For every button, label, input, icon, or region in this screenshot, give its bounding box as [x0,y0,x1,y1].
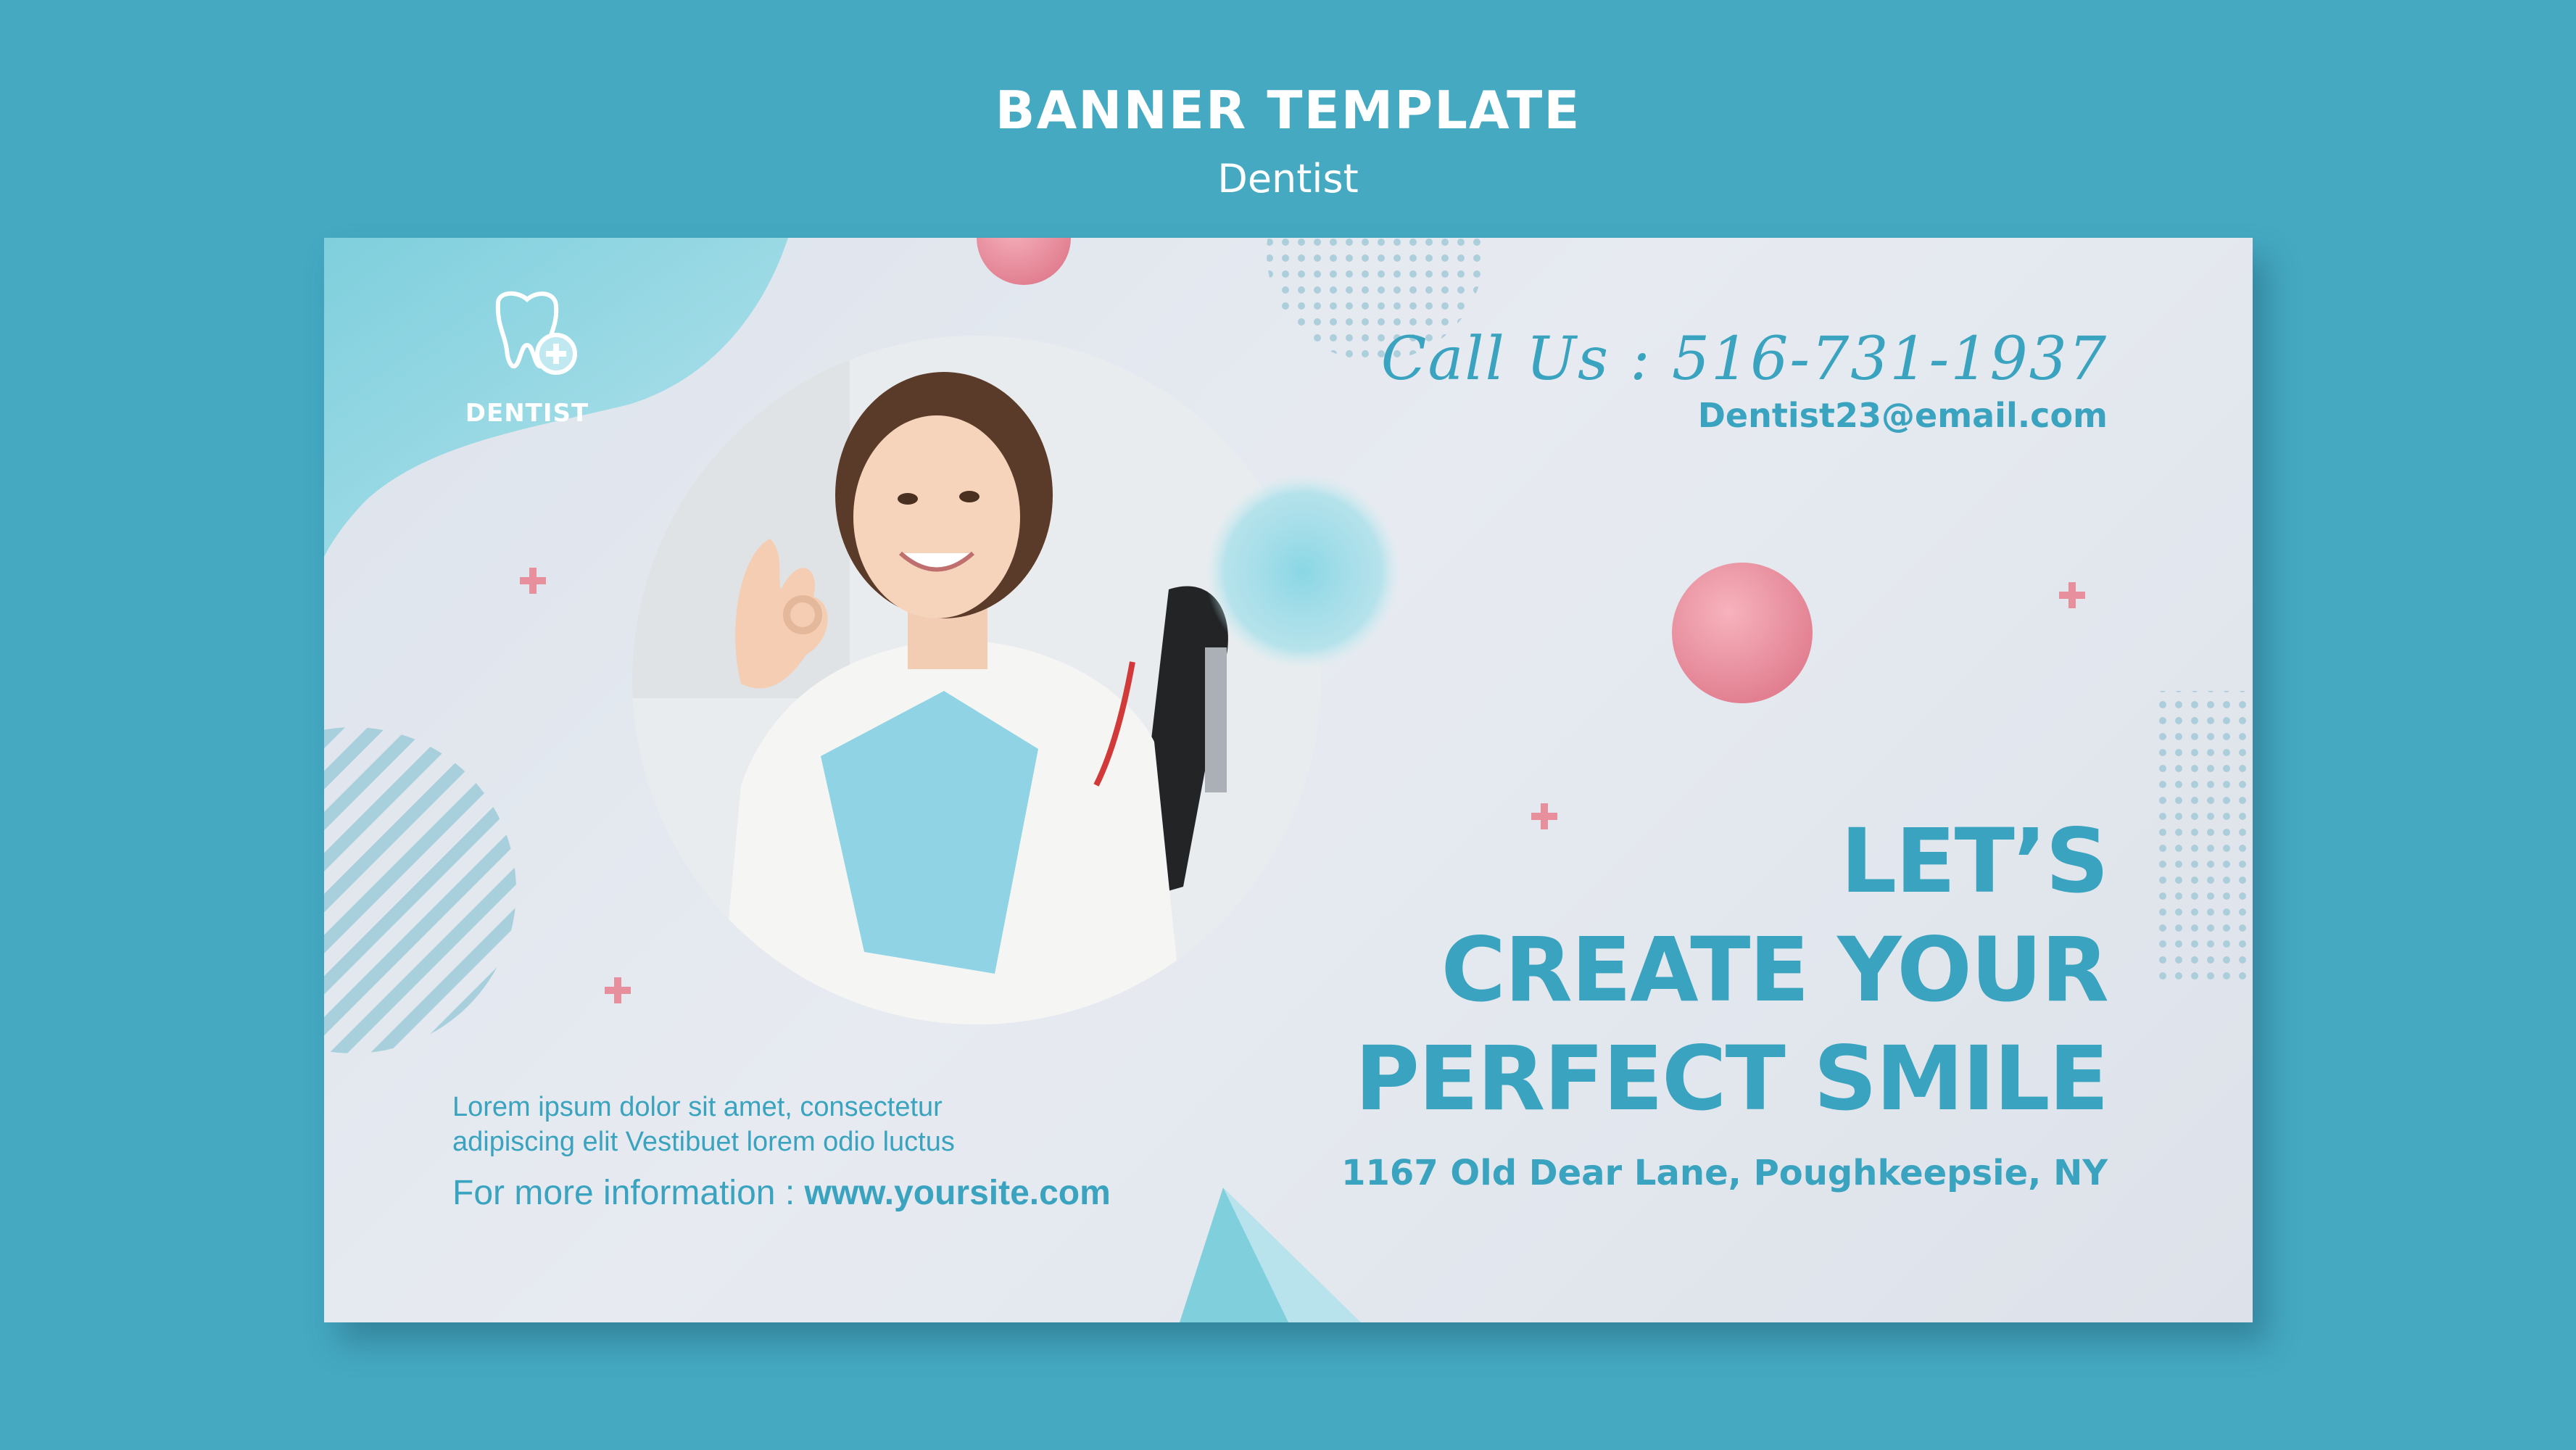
header-title: BANNER TEMPLATE [995,80,1581,141]
more-info-label: For more information : [452,1174,805,1212]
lorem-text: Lorem ipsum dolor sit amet, consectetur … [452,1090,955,1159]
pink-ball-right [1672,563,1813,703]
lorem-line-2: adipiscing elit Vestibuet lorem odio luc… [452,1127,955,1157]
banner-card: DENTIST Call Us: 516-731-1937 Dentist23… [324,238,2253,1322]
headline-line-2: CREATE YOUR [1441,919,2109,1022]
pink-ball-top [977,238,1071,285]
headline-line-3: PERFECT SMILE [1354,1027,2109,1130]
website-link[interactable]: www.yoursite.com [804,1174,1110,1212]
call-us-text: Call Us : 516-731-1937 [1380,325,2108,394]
patient-photo [632,336,1321,1024]
email-link[interactable]: Dentist23@email.com [1698,396,2108,435]
striped-circle [324,727,516,1053]
address: 1167 Old Dear Lane, Poughkeepsie, NY [1341,1153,2108,1193]
dot-pattern-right [2158,691,2253,981]
dentist-logo: DENTIST [447,281,607,441]
tooth-icon [495,291,577,375]
headline-line-1: LET’S [1840,810,2109,913]
header-subtitle: Dentist [1217,156,1359,202]
blue-ball [1205,473,1401,669]
logo-text: DENTIST [465,399,589,428]
lorem-line-1: Lorem ipsum dolor sit amet, consectetur [452,1092,943,1122]
headline: LET’S CREATE YOUR PERFECT SMILE [1354,807,2109,1133]
more-info: For more information : www.yoursite.com [452,1173,1111,1213]
